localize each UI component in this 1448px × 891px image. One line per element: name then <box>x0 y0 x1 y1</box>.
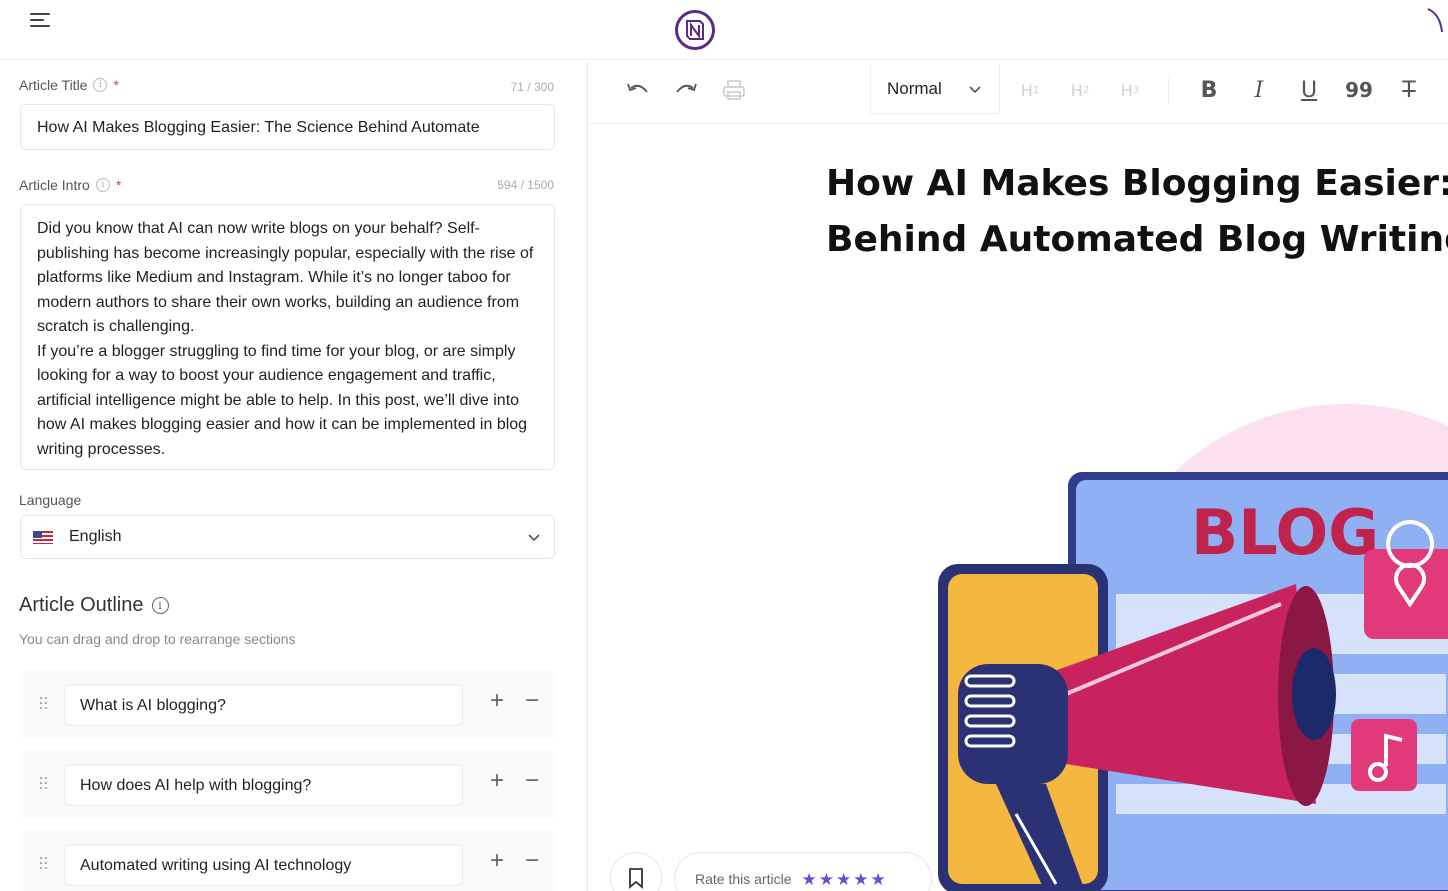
title-char-counter: 71 / 300 <box>510 80 554 94</box>
remove-section-button[interactable]: − <box>520 689 544 714</box>
article-title-input[interactable]: How AI Makes Blogging Easier: The Scienc… <box>20 104 555 150</box>
article-settings-panel: Article Title i * 71 / 300 How AI Makes … <box>0 60 588 891</box>
top-bar <box>0 0 1448 60</box>
us-flag-icon <box>33 530 53 544</box>
clear-format-button[interactable]: T <box>1396 76 1422 104</box>
heading-3-button[interactable]: H3 <box>1116 76 1144 104</box>
underline-button[interactable]: U <box>1296 76 1322 104</box>
outline-item[interactable]: What is AI blogging? + − <box>20 670 556 738</box>
rate-article-widget: Rate this article ★ ★ ★ ★ ★ <box>674 852 932 891</box>
chevron-down-icon <box>528 534 540 542</box>
redo-icon[interactable] <box>672 76 700 104</box>
chevron-down-icon <box>969 85 981 93</box>
outline-item-input[interactable]: Automated writing using AI technology <box>64 844 463 886</box>
drag-handle-icon[interactable] <box>40 857 50 871</box>
bookmark-button[interactable] <box>610 852 662 891</box>
star-rating[interactable]: ★ ★ ★ ★ ★ <box>801 871 885 888</box>
article-editor: Normal H1 H2 H3 B I U 99 T How AI Makes … <box>588 60 1448 891</box>
info-icon[interactable]: i <box>95 178 110 192</box>
toolbar-divider <box>1168 78 1169 104</box>
outline-item-input[interactable]: How does AI help with blogging? <box>64 764 463 806</box>
text-style-select[interactable]: Normal <box>870 64 1000 114</box>
print-icon[interactable] <box>720 76 748 104</box>
article-intro-label: Article Intro i * <box>19 177 122 193</box>
add-section-button[interactable]: + <box>485 769 509 794</box>
bookmark-icon <box>629 868 643 889</box>
remove-section-button[interactable]: − <box>520 849 544 874</box>
article-intro-textarea[interactable]: Did you know that AI can now write blogs… <box>20 204 555 470</box>
star-icon[interactable]: ★ <box>870 871 885 888</box>
info-icon[interactable]: i <box>93 78 108 92</box>
add-section-button[interactable]: + <box>485 849 509 874</box>
italic-button[interactable]: I <box>1246 76 1272 104</box>
undo-icon[interactable] <box>624 76 652 104</box>
outline-item-input[interactable]: What is AI blogging? <box>64 684 463 726</box>
quote-button[interactable]: 99 <box>1344 76 1374 104</box>
editor-toolbar: Normal H1 H2 H3 B I U 99 T <box>588 60 1448 124</box>
rate-label: Rate this article <box>695 871 792 887</box>
add-section-button[interactable]: + <box>485 689 509 714</box>
blog-megaphone-illustration: BLOG <box>938 404 1448 891</box>
language-value: English <box>69 528 122 545</box>
star-icon[interactable]: ★ <box>836 871 851 888</box>
star-icon[interactable]: ★ <box>801 871 816 888</box>
intro-paragraph: If you’re a blogger struggling to find t… <box>37 342 528 458</box>
outline-item[interactable]: Automated writing using AI technology + … <box>20 830 556 891</box>
article-outline-heading: Article Outline i <box>19 594 169 617</box>
intro-char-counter: 594 / 1500 <box>497 178 554 192</box>
hamburger-menu-icon[interactable] <box>30 12 52 30</box>
star-icon[interactable]: ★ <box>819 871 834 888</box>
article-title-label: Article Title i * <box>19 77 119 93</box>
required-mark: * <box>113 77 119 93</box>
heading-2-button[interactable]: H2 <box>1066 76 1094 104</box>
drag-handle-icon[interactable] <box>40 697 50 711</box>
bold-button[interactable]: B <box>1196 76 1222 104</box>
intro-paragraph: Did you know that AI can now write blogs… <box>37 220 534 335</box>
outline-item[interactable]: How does AI help with blogging? + − <box>20 750 556 818</box>
illustration-blog-text: BLOG <box>1191 496 1379 569</box>
outline-hint: You can drag and drop to rearrange secti… <box>19 631 296 647</box>
language-label: Language <box>19 492 82 508</box>
text-style-value: Normal <box>887 78 942 98</box>
remove-section-button[interactable]: − <box>520 769 544 794</box>
drag-handle-icon[interactable] <box>40 777 50 791</box>
required-mark: * <box>115 177 122 193</box>
heading-1-button[interactable]: H1 <box>1016 76 1044 104</box>
loading-arc-icon <box>1427 8 1443 33</box>
language-select[interactable]: English <box>20 515 555 559</box>
info-icon[interactable]: i <box>151 597 169 614</box>
star-icon[interactable]: ★ <box>853 871 868 888</box>
document-title[interactable]: How AI Makes Blogging Easier: The Scienc… <box>826 156 1448 268</box>
app-logo[interactable] <box>674 9 716 51</box>
